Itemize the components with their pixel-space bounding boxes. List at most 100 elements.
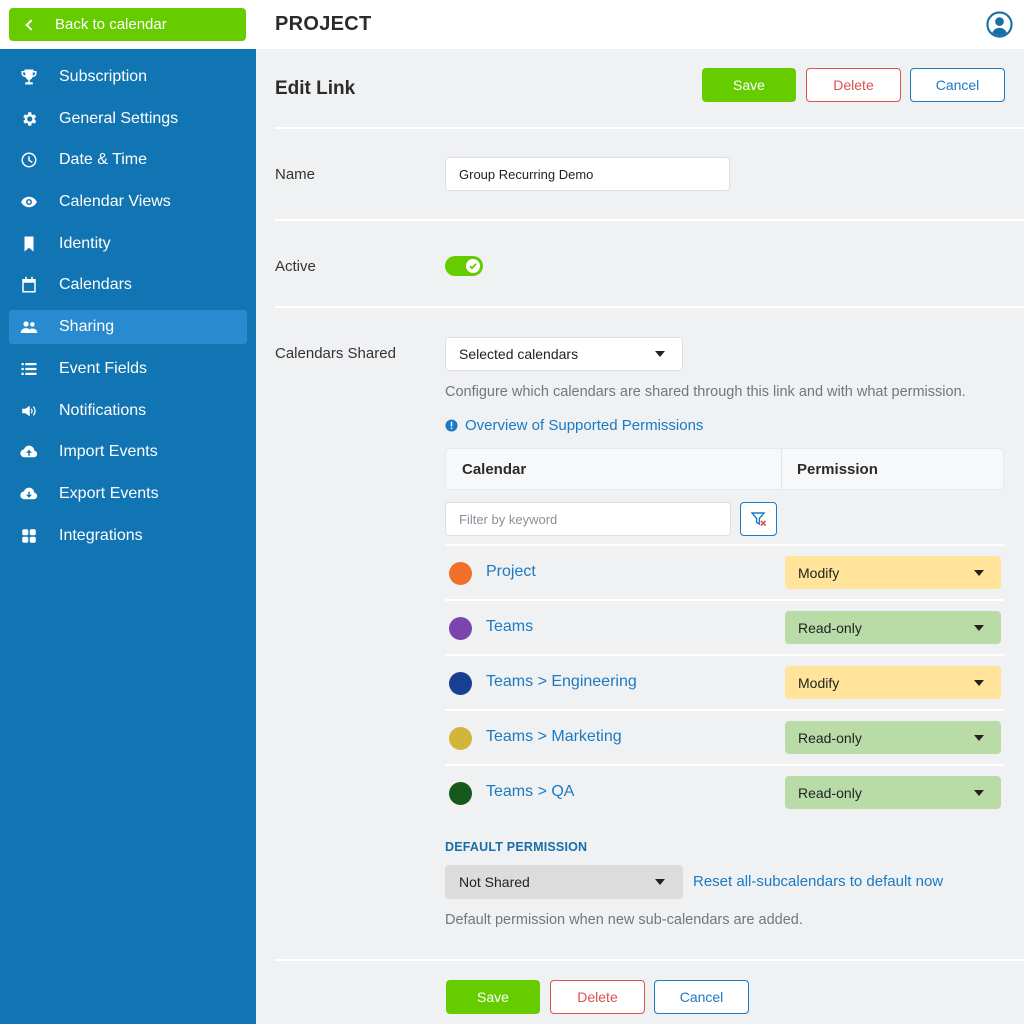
bookmark-icon: [19, 234, 39, 254]
calendar-name-link[interactable]: Teams > Marketing: [486, 728, 622, 746]
permissions-table-header: Calendar Permission: [445, 448, 1004, 490]
sidebar-item-event-fields[interactable]: Event Fields: [9, 352, 247, 386]
cloud-upload-icon: [19, 442, 39, 462]
name-label: Name: [275, 166, 316, 183]
name-input[interactable]: Group Recurring Demo: [445, 157, 730, 191]
table-row: Teams > Engineering Modify: [445, 654, 1004, 709]
permission-value: Read-only: [798, 619, 862, 636]
sidebar-nav: Subscription General Settings Date & Tim…: [0, 49, 256, 553]
reset-subcalendars-link[interactable]: Reset all-subcalendars to default now: [693, 873, 943, 890]
calendars-hint: Configure which calendars are shared thr…: [445, 384, 966, 400]
page-header-title: PROJECT: [275, 13, 372, 35]
sidebar-item-label: Sharing: [59, 318, 115, 336]
default-permission-hint: Default permission when new sub-calendar…: [445, 912, 803, 928]
column-header-calendar: Calendar: [462, 461, 527, 478]
active-toggle[interactable]: [445, 256, 483, 276]
back-to-calendar-button[interactable]: Back to calendar: [9, 8, 246, 41]
sidebar-item-integrations[interactable]: Integrations: [9, 519, 247, 553]
calendars-shared-label: Calendars Shared: [275, 345, 396, 362]
megaphone-icon: [19, 401, 39, 421]
main-content: Edit Link Save Delete Cancel Name Group …: [256, 49, 1024, 1024]
caret-down-icon: [974, 679, 984, 686]
delete-button-bottom[interactable]: Delete: [550, 980, 645, 1014]
caret-down-icon: [974, 569, 984, 576]
sidebar-item-general-settings[interactable]: General Settings: [9, 102, 247, 136]
eye-icon: [19, 192, 39, 212]
calendars-shared-select[interactable]: Selected calendars: [445, 337, 683, 371]
back-to-calendar-label: Back to calendar: [55, 16, 167, 33]
filter-input[interactable]: Filter by keyword: [445, 502, 731, 536]
sidebar-item-notifications[interactable]: Notifications: [9, 394, 247, 428]
sidebar-item-subscription[interactable]: Subscription: [9, 60, 247, 94]
user-circle-icon[interactable]: [986, 11, 1013, 38]
active-label: Active: [275, 258, 316, 275]
divider: [275, 306, 1024, 308]
name-input-value: Group Recurring Demo: [459, 166, 594, 182]
caret-down-icon: [655, 879, 665, 885]
calendar-name-link[interactable]: Teams > Engineering: [486, 673, 637, 691]
calendar-name-link[interactable]: Project: [486, 563, 536, 581]
divider: [275, 127, 1024, 129]
table-row: Teams > Marketing Read-only: [445, 709, 1004, 764]
table-row: Teams > QA Read-only: [445, 764, 1004, 819]
delete-button[interactable]: Delete: [806, 68, 901, 102]
calendar-icon: [19, 275, 39, 295]
sidebar-item-label: Calendars: [59, 276, 132, 294]
check-icon: [466, 259, 480, 273]
caret-down-icon: [974, 789, 984, 796]
sidebar-item-export-events[interactable]: Export Events: [9, 477, 247, 511]
sidebar-item-identity[interactable]: Identity: [9, 227, 247, 261]
grid-icon: [19, 526, 39, 546]
permission-value: Read-only: [798, 784, 862, 801]
sidebar-item-date-time[interactable]: Date & Time: [9, 143, 247, 177]
sidebar-item-calendar-views[interactable]: Calendar Views: [9, 185, 247, 219]
table-row: Project Modify: [445, 544, 1004, 599]
cloud-download-icon: [19, 484, 39, 504]
sidebar-top: Back to calendar: [0, 0, 256, 49]
sidebar-item-sharing[interactable]: Sharing: [9, 310, 247, 345]
permission-select[interactable]: Read-only: [785, 776, 1001, 809]
sidebar-item-label: Integrations: [59, 526, 143, 544]
cancel-button[interactable]: Cancel: [910, 68, 1005, 102]
calendar-color-dot: [449, 617, 472, 640]
calendar-name-link[interactable]: Teams > QA: [486, 783, 574, 801]
permission-value: Read-only: [798, 729, 862, 746]
column-header-permission: Permission: [797, 461, 878, 478]
save-button-bottom[interactable]: Save: [446, 980, 540, 1014]
users-icon: [19, 317, 39, 337]
calendar-color-dot: [449, 672, 472, 695]
permission-select[interactable]: Read-only: [785, 611, 1001, 644]
sidebar-item-label: Notifications: [59, 401, 147, 419]
save-button[interactable]: Save: [702, 68, 796, 102]
caret-down-icon: [655, 351, 665, 357]
overview-permissions-link[interactable]: Overview of Supported Permissions: [465, 417, 703, 434]
clear-filter-button[interactable]: [740, 502, 777, 536]
calendar-color-dot: [449, 562, 472, 585]
sidebar-item-calendars[interactable]: Calendars: [9, 268, 247, 302]
calendar-name-link[interactable]: Teams: [486, 618, 533, 636]
permission-select[interactable]: Modify: [785, 666, 1001, 699]
calendar-color-dot: [449, 782, 472, 805]
sidebar-item-import-events[interactable]: Import Events: [9, 435, 247, 469]
sidebar-item-label: Event Fields: [59, 359, 148, 377]
header: PROJECT: [256, 0, 1024, 49]
sidebar-item-label: Subscription: [59, 68, 148, 85]
table-row: Teams Read-only: [445, 599, 1004, 654]
default-permission-select[interactable]: Not Shared: [445, 865, 683, 899]
list-icon: [19, 359, 39, 379]
clock-icon: [19, 150, 39, 170]
calendars-shared-value: Selected calendars: [459, 346, 579, 362]
info-circle-icon: [445, 419, 458, 432]
caret-down-icon: [974, 624, 984, 631]
permission-select[interactable]: Read-only: [785, 721, 1001, 754]
permission-value: Modify: [798, 674, 840, 691]
gear-icon: [19, 109, 39, 129]
sidebar-item-label: Import Events: [59, 443, 158, 461]
sidebar-item-label: General Settings: [59, 109, 179, 127]
caret-down-icon: [974, 734, 984, 741]
permission-select[interactable]: Modify: [785, 556, 1001, 589]
cancel-button-bottom[interactable]: Cancel: [654, 980, 749, 1014]
default-permission-heading: DEFAULT PERMISSION: [445, 840, 588, 854]
permission-value: Modify: [798, 564, 840, 581]
sidebar-item-label: Export Events: [59, 484, 159, 502]
